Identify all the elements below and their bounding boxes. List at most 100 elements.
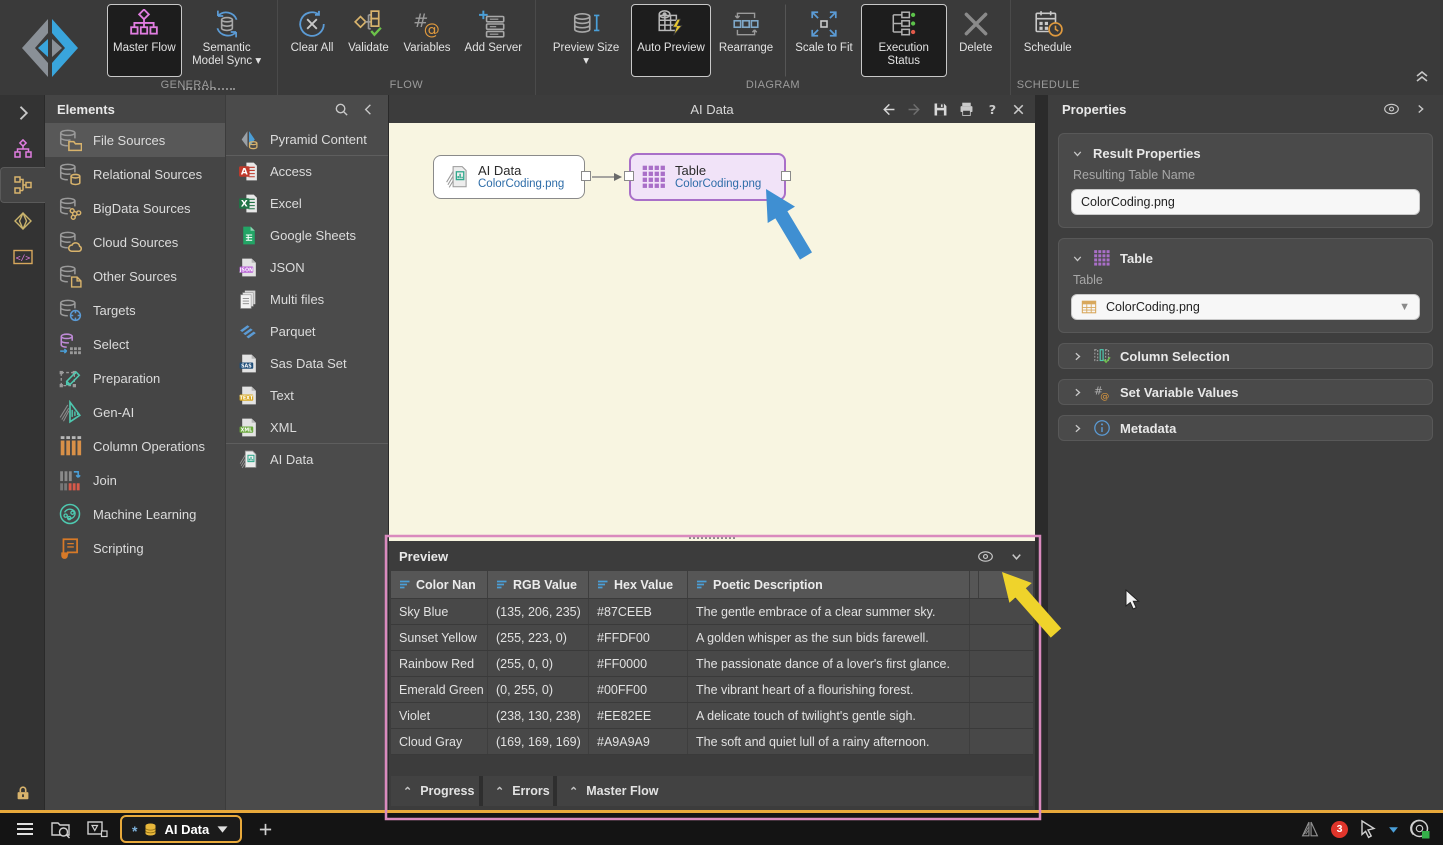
flow-canvas[interactable]: AI Data ColorCoding.png Table ColorCodin… — [389, 123, 1035, 541]
ribbon-button[interactable]: Validate — [341, 4, 395, 77]
preview-eye-icon[interactable] — [977, 549, 994, 564]
preview-footer-tab[interactable]: ⌃ Progress — [391, 776, 479, 806]
elements-item[interactable]: BigData Sources — [45, 191, 225, 225]
rail-item[interactable] — [0, 131, 45, 167]
ribbon-button[interactable]: Schedule — [1018, 4, 1078, 77]
ribbon-button[interactable]: Preview Size ▾ — [543, 4, 629, 77]
elements-item[interactable]: File Sources — [45, 123, 225, 157]
collapse-ribbon-icon[interactable] — [1413, 69, 1431, 83]
elements-item[interactable]: Select — [45, 327, 225, 361]
table-column-header[interactable]: RGB Value — [488, 571, 589, 598]
source-type-item[interactable]: Google Sheets — [226, 219, 388, 251]
menu-hamburger-icon[interactable] — [14, 819, 36, 839]
table-column-header[interactable]: Hex Value — [589, 571, 688, 598]
svg-text:</>: </> — [15, 254, 30, 263]
ribbon-button[interactable]: Delete — [949, 4, 1003, 77]
preview-footer-tab[interactable]: ⌃ Master Flow — [557, 776, 1033, 806]
ribbon-button[interactable]: Scale to Fit — [785, 4, 859, 77]
table-section-header[interactable]: Table — [1071, 247, 1420, 269]
cell-empty — [970, 651, 1033, 676]
resulting-table-name-input[interactable] — [1071, 189, 1420, 215]
help-icon[interactable]: ? — [984, 101, 1001, 118]
table-row[interactable]: Sunset Yellow (255, 223, 0) #FFDF00 A go… — [391, 625, 1033, 651]
connection-status-icon[interactable] — [1409, 818, 1431, 840]
input-port[interactable] — [624, 171, 634, 181]
source-type-item[interactable]: Parquet — [226, 315, 388, 347]
chevron-down-icon — [1071, 252, 1084, 265]
close-icon[interactable] — [1010, 101, 1027, 118]
table-row[interactable]: Violet (238, 130, 238) #EE82EE A delicat… — [391, 703, 1033, 729]
source-type-item[interactable]: TEXT Text — [226, 379, 388, 411]
collapsed-property-section[interactable]: #@ Set Variable Values — [1058, 379, 1433, 405]
collapsed-property-section[interactable]: Metadata — [1058, 415, 1433, 441]
elements-item[interactable]: Gen-AI — [45, 395, 225, 429]
source-type-item[interactable]: A Access — [226, 155, 388, 187]
save-icon[interactable] — [932, 101, 949, 118]
table-row[interactable]: Emerald Green (0, 255, 0) #00FF00 The vi… — [391, 677, 1033, 703]
preparation-icon — [58, 366, 82, 390]
rail-item[interactable]: </> — [0, 239, 45, 275]
properties-eye-icon[interactable] — [1383, 102, 1400, 116]
collapse-left-icon[interactable] — [361, 102, 376, 117]
node-table-target[interactable]: Table ColorCoding.png — [629, 153, 786, 201]
notification-badge[interactable]: 3 — [1331, 821, 1348, 838]
pointer-tool-icon[interactable] — [1358, 819, 1378, 839]
elements-item[interactable]: Relational Sources — [45, 157, 225, 191]
source-type-item[interactable]: XML XML — [226, 411, 388, 443]
elements-item[interactable]: Other Sources — [45, 259, 225, 293]
table-row[interactable]: Cloud Gray (169, 169, 169) #A9A9A9 The s… — [391, 729, 1033, 755]
hash-at-icon: #@ — [1093, 383, 1111, 401]
content-browser-icon[interactable] — [50, 819, 72, 839]
collapsed-property-section[interactable]: Column Selection — [1058, 343, 1433, 369]
table-row[interactable]: Rainbow Red (255, 0, 0) #FF0000 The pass… — [391, 651, 1033, 677]
elements-item[interactable]: Machine Learning — [45, 497, 225, 531]
source-type-item[interactable]: JSON JSON — [226, 251, 388, 283]
elements-item[interactable]: Join — [45, 463, 225, 497]
ribbon-button[interactable]: Semantic Model Sync ▾ — [184, 4, 270, 77]
ribbon-button[interactable]: Rearrange — [713, 4, 779, 77]
table-select-dropdown[interactable]: ColorCoding.png ▼ — [1071, 294, 1420, 320]
forward-icon[interactable] — [906, 101, 923, 118]
table-column-header[interactable]: Color Nan — [391, 571, 488, 598]
caret-down-icon[interactable] — [1388, 824, 1399, 835]
rail-item[interactable] — [0, 203, 45, 239]
elements-item[interactable]: Cloud Sources — [45, 225, 225, 259]
preview-footer-tab[interactable]: ⌃ Errors — [483, 776, 553, 806]
ribbon-button[interactable]: Clear All — [285, 4, 340, 77]
splitter-handle[interactable] — [689, 537, 735, 539]
source-type-item[interactable]: Pyramid Content — [226, 123, 388, 155]
ribbon-button[interactable]: Auto Preview — [631, 4, 711, 77]
source-type-item[interactable]: Multi files — [226, 283, 388, 315]
flow-overview-icon[interactable] — [86, 819, 108, 839]
search-icon[interactable] — [334, 102, 349, 117]
table-row[interactable]: Sky Blue (135, 206, 235) #87CEEB The gen… — [391, 599, 1033, 625]
output-port[interactable] — [581, 171, 591, 181]
rail-item[interactable] — [0, 167, 45, 203]
source-type-item[interactable]: AI Data — [226, 443, 388, 475]
svg-text:TEXT: TEXT — [240, 395, 254, 401]
properties-collapse-icon[interactable] — [1412, 102, 1429, 116]
auto-preview-icon — [656, 9, 686, 39]
cell-empty — [970, 729, 1033, 754]
active-flow-tab[interactable]: * AI Data — [120, 815, 242, 843]
source-type-item[interactable]: SAS Sas Data Set — [226, 347, 388, 379]
ribbon-button[interactable]: #@ Variables — [397, 4, 456, 77]
ribbon-button[interactable]: Execution Status — [861, 4, 947, 77]
add-tab-button[interactable] — [258, 822, 273, 837]
result-properties-header[interactable]: Result Properties — [1071, 142, 1420, 164]
elements-item[interactable]: Column Operations — [45, 429, 225, 463]
ribbon-toolbar: Master Flow Semantic Model Sync ▾ GENERA… — [0, 0, 1443, 95]
source-type-item[interactable]: X Excel — [226, 187, 388, 219]
print-icon[interactable] — [958, 101, 975, 118]
preview-collapse-icon[interactable] — [1008, 549, 1025, 564]
back-icon[interactable] — [880, 101, 897, 118]
elements-item[interactable]: Scripting — [45, 531, 225, 565]
ribbon-button[interactable]: Master Flow — [107, 4, 182, 77]
table-column-header[interactable]: Poetic Description — [688, 571, 970, 598]
rail-item[interactable] — [0, 95, 45, 131]
output-port[interactable] — [781, 171, 791, 181]
node-ai-data-source[interactable]: AI Data ColorCoding.png — [433, 155, 585, 199]
ribbon-button[interactable]: Add Server — [459, 4, 529, 77]
elements-item[interactable]: Targets — [45, 293, 225, 327]
elements-item[interactable]: Preparation — [45, 361, 225, 395]
